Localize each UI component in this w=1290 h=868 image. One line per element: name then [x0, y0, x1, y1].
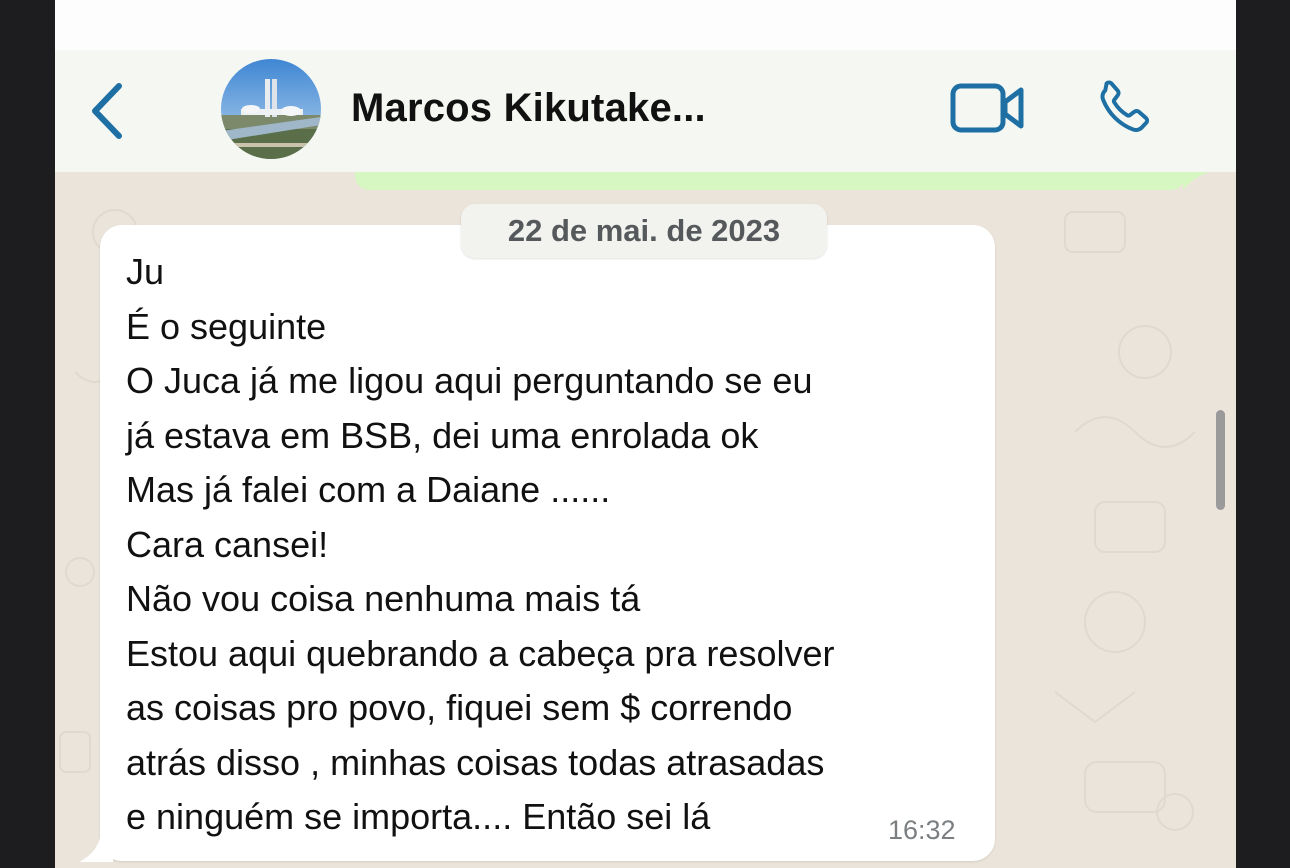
voice-call-button[interactable]: [1089, 76, 1153, 140]
screen-frame-right: [1236, 0, 1290, 868]
contact-name[interactable]: Marcos Kikutake...: [351, 86, 706, 131]
video-camera-icon: [950, 83, 1024, 133]
status-bar: [55, 0, 1236, 50]
chat-header: Marcos Kikutake...: [55, 50, 1236, 173]
message-line: atrás disso , minhas coisas todas atrasa…: [126, 741, 825, 783]
message-line: as coisas pro povo, fiquei sem $ corrend…: [126, 687, 793, 728]
chevron-left-icon: [92, 83, 122, 139]
message-line: Cara cansei!: [126, 523, 329, 565]
message-line: Não vou coisa nenhuma mais tá: [126, 578, 641, 619]
message-line: já estava em BSB, dei uma enrolada ok: [126, 414, 759, 456]
message-line: Mas já falei com a Daiane ......: [126, 469, 611, 510]
scrollbar-thumb[interactable]: [1216, 410, 1225, 510]
phone-icon: [1100, 80, 1150, 132]
message-line: É o seguinte: [126, 305, 327, 347]
chat-screen: Marcos Kikutake... Ju É o seguinte O Juc…: [55, 0, 1236, 868]
date-separator: 22 de mai. de 2023: [461, 204, 827, 258]
incoming-message-bubble[interactable]: Ju É o seguinte O Juca já me ligou aqui …: [100, 225, 995, 861]
message-list[interactable]: Ju É o seguinte O Juca já me ligou aqui …: [55, 172, 1236, 868]
video-call-button[interactable]: [949, 80, 1027, 136]
previous-outgoing-message[interactable]: [355, 172, 1185, 190]
contact-avatar[interactable]: [221, 59, 321, 159]
back-button[interactable]: [83, 78, 133, 144]
avatar-image: [221, 59, 321, 159]
message-line: e ninguém se importa.... Então sei lá: [126, 796, 711, 837]
message-text: Ju É o seguinte O Juca já me ligou aqui …: [126, 245, 986, 845]
previous-message-tail: [1183, 172, 1209, 190]
message-line: Estou aqui quebrando a cabeça pra resolv…: [126, 632, 835, 674]
message-timestamp: 16:32: [888, 815, 956, 845]
message-bubble-tail: [79, 832, 113, 862]
screen-frame-left: [0, 0, 55, 868]
message-line: O Juca já me ligou aqui perguntando se e…: [126, 360, 813, 401]
